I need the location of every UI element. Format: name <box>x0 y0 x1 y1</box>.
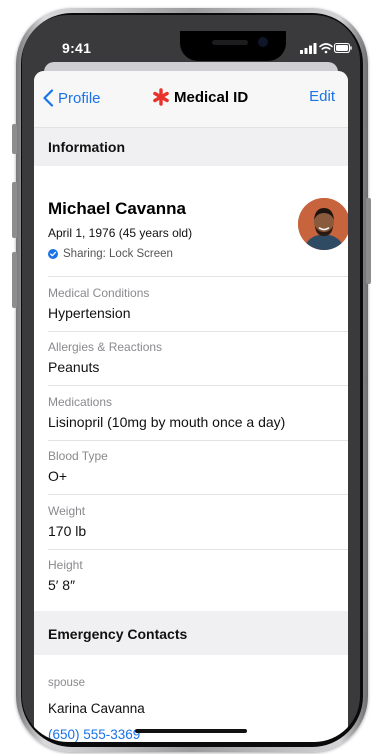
field-value: Lisinopril (10mg by mouth once a day) <box>48 414 286 430</box>
field-medical-conditions: Medical Conditions Hypertension <box>48 286 338 321</box>
edit-button[interactable]: Edit <box>309 88 335 105</box>
status-icons <box>300 42 352 54</box>
avatar[interactable] <box>298 198 348 250</box>
medical-id-sheet: Profile Medical ID Edit Information Mich… <box>34 71 348 742</box>
divider <box>48 331 348 332</box>
notch <box>180 31 286 61</box>
signal-icon <box>300 43 317 54</box>
information-header: Information <box>34 128 348 166</box>
battery-icon <box>333 42 352 54</box>
field-label: Medications <box>48 395 113 409</box>
field-value: O+ <box>48 468 68 484</box>
checkmark-circle-icon <box>48 249 58 259</box>
sharing-text: Sharing: Lock Screen <box>63 248 173 260</box>
volume-down-button <box>12 252 17 308</box>
profile-dob: April 1, 1976 (45 years old) <box>48 226 193 240</box>
person-photo-icon <box>298 198 348 250</box>
volume-up-button <box>12 182 17 238</box>
navigation-bar: Profile Medical ID Edit <box>34 71 348 128</box>
page-title: Medical ID <box>152 88 248 106</box>
contact-relationship: spouse <box>48 677 86 689</box>
divider <box>48 440 348 441</box>
front-camera <box>258 37 268 47</box>
divider <box>48 494 348 495</box>
field-label: Medical Conditions <box>48 286 150 300</box>
divider <box>48 385 348 386</box>
medical-asterisk-icon <box>153 88 169 106</box>
field-blood-type: Blood Type O+ <box>48 449 338 484</box>
divider <box>48 276 348 277</box>
field-medications: Medications Lisinopril (10mg by mouth on… <box>48 395 338 430</box>
field-label: Blood Type <box>48 449 108 463</box>
back-label: Profile <box>58 89 101 107</box>
back-button[interactable]: Profile <box>42 88 101 108</box>
sharing-status: Sharing: Lock Screen <box>48 248 173 260</box>
side-button <box>366 198 371 284</box>
status-time: 9:41 <box>62 40 92 56</box>
field-allergies: Allergies & Reactions Peanuts <box>48 340 338 375</box>
field-label: Allergies & Reactions <box>48 340 163 354</box>
field-value: Peanuts <box>48 359 100 375</box>
title-text: Medical ID <box>174 88 249 106</box>
chevron-left-icon <box>43 89 54 107</box>
contact-name: Karina Cavanna <box>48 701 145 716</box>
divider <box>48 549 348 550</box>
field-label: Height <box>48 558 83 572</box>
information-heading: Information <box>48 139 125 155</box>
earpiece-speaker <box>212 40 248 45</box>
field-height: Height 5′ 8″ <box>48 558 338 593</box>
screen: 9:41 Profile Medical ID Edit Information… <box>22 15 360 742</box>
mute-switch <box>12 124 17 154</box>
profile-name: Michael Cavanna <box>48 199 186 218</box>
emergency-contacts-heading: Emergency Contacts <box>48 626 188 642</box>
field-value: Hypertension <box>48 305 131 321</box>
home-indicator[interactable] <box>135 729 247 733</box>
field-value: 5′ 8″ <box>48 577 76 593</box>
emergency-contacts-header: Emergency Contacts <box>34 611 348 655</box>
wifi-icon <box>319 43 333 54</box>
field-label: Weight <box>48 504 86 518</box>
field-weight: Weight 170 lb <box>48 504 338 539</box>
field-value: 170 lb <box>48 523 87 539</box>
contact-phone-link[interactable]: (650) 555-3369 <box>48 727 140 742</box>
